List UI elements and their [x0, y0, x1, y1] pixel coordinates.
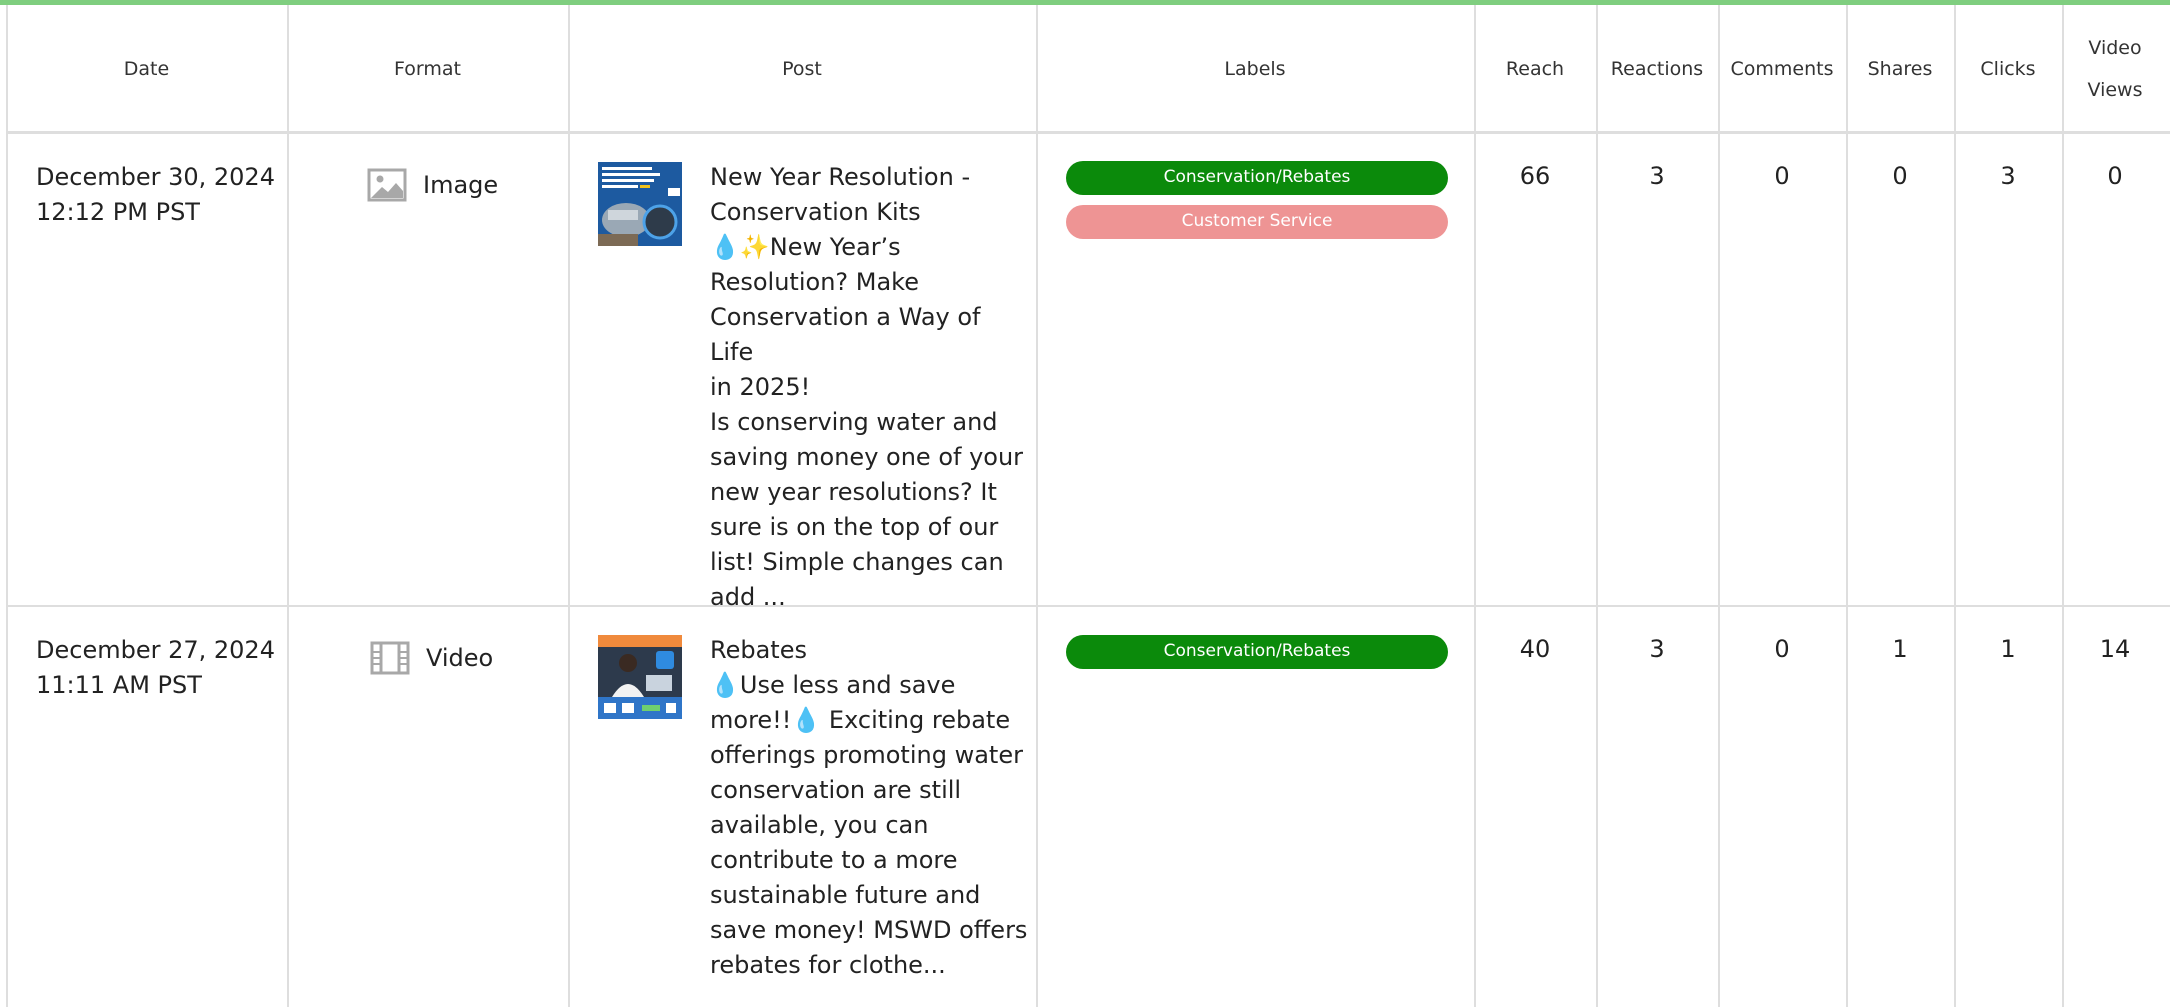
video-views-value: 14: [2099, 635, 2131, 663]
thumbnail-image: [598, 162, 682, 246]
post-line: more!!💧 Exciting rebate: [710, 706, 1011, 734]
post-line: contribute to a more: [710, 846, 958, 874]
post-text[interactable]: Rebates 💧Use less and save more!!💧 Excit…: [710, 633, 1030, 983]
post-text[interactable]: New Year Resolution - Conservation Kits …: [710, 160, 1030, 615]
date-text: December 30, 2024: [36, 163, 275, 191]
col-divider: [1718, 5, 1720, 1007]
clicks-value: 1: [2000, 635, 2016, 663]
comments-value: 0: [1774, 635, 1790, 663]
reach-value: 66: [1519, 162, 1551, 190]
post-thumbnail[interactable]: [598, 635, 682, 719]
label-pill-conservation-rebates[interactable]: Conservation/Rebates: [1066, 635, 1448, 669]
post-line: available, you can: [710, 811, 929, 839]
comments-value: 0: [1774, 162, 1790, 190]
shares-value: 0: [1892, 162, 1908, 190]
image-icon: [367, 168, 407, 202]
time-text: 12:12 PM PST: [36, 198, 200, 226]
post-line: conservation are still: [710, 776, 962, 804]
row-divider: [6, 605, 2170, 607]
post-line: Is conserving water and: [710, 408, 998, 436]
col-divider: [287, 5, 289, 1007]
post-line: save money! MSWD offers: [710, 916, 1028, 944]
post-line: Conservation Kits: [710, 198, 921, 226]
header-reactions[interactable]: Reactions: [1596, 5, 1718, 133]
post-line: list! Simple changes can: [710, 548, 1004, 576]
header-labels[interactable]: Labels: [1036, 5, 1474, 133]
shares-value: 1: [1892, 635, 1908, 663]
post-line: Rebates: [710, 636, 807, 664]
post-line: Resolution? Make: [710, 268, 919, 296]
header-shares[interactable]: Shares: [1846, 5, 1954, 133]
col-divider: [1846, 5, 1848, 1007]
post-date: December 30, 2024 12:12 PM PST: [36, 160, 276, 230]
col-divider: [1596, 5, 1598, 1007]
reactions-value: 3: [1649, 162, 1665, 190]
post-line: add ...: [710, 583, 786, 611]
video-views-value: 0: [2107, 162, 2123, 190]
post-date: December 27, 2024 11:11 AM PST: [36, 633, 276, 703]
col-divider: [1474, 5, 1476, 1007]
film-icon: [370, 641, 410, 675]
post-line: 💧✨New Year’s: [710, 233, 901, 261]
label-pill-conservation-rebates[interactable]: Conservation/Rebates: [1066, 161, 1448, 195]
post-line: in 2025!: [710, 373, 811, 401]
post-line: rebates for clothe...: [710, 951, 946, 979]
col-divider: [1036, 5, 1038, 1007]
format-label: Image: [423, 171, 499, 199]
time-text: 11:11 AM PST: [36, 671, 202, 699]
reactions-value: 3: [1649, 635, 1665, 663]
header-format[interactable]: Format: [287, 5, 568, 133]
post-line: 💧Use less and save: [710, 671, 956, 699]
header-comments[interactable]: Comments: [1718, 5, 1846, 133]
post-line: sure is on the top of our: [710, 513, 999, 541]
posts-table: Date Format Post Labels Reach Reactions …: [6, 5, 2170, 1007]
col-divider: [2062, 5, 2064, 1007]
clicks-value: 3: [2000, 162, 2016, 190]
thumbnail-image: [598, 635, 682, 719]
format-cell: Video: [370, 641, 570, 675]
post-line: Conservation a Way of Life: [710, 303, 981, 366]
post-line: offerings promoting water: [710, 741, 1023, 769]
post-line: New Year Resolution -: [710, 163, 971, 191]
post-thumbnail[interactable]: [598, 162, 682, 246]
col-divider: [568, 5, 570, 1007]
header-video-views[interactable]: Video Views: [2062, 5, 2168, 133]
header-date[interactable]: Date: [6, 5, 287, 133]
header-reach[interactable]: Reach: [1474, 5, 1596, 133]
table-border-left: [6, 5, 8, 1007]
post-line: sustainable future and: [710, 881, 981, 909]
header-clicks[interactable]: Clicks: [1954, 5, 2062, 133]
date-text: December 27, 2024: [36, 636, 275, 664]
reach-value: 40: [1519, 635, 1551, 663]
format-cell: Image: [367, 168, 567, 202]
col-divider: [1954, 5, 1956, 1007]
format-label: Video: [426, 644, 494, 672]
post-line: new year resolutions? It: [710, 478, 997, 506]
header-post[interactable]: Post: [568, 5, 1036, 133]
post-line: saving money one of your: [710, 443, 1024, 471]
label-pill-customer-service[interactable]: Customer Service: [1066, 205, 1448, 239]
